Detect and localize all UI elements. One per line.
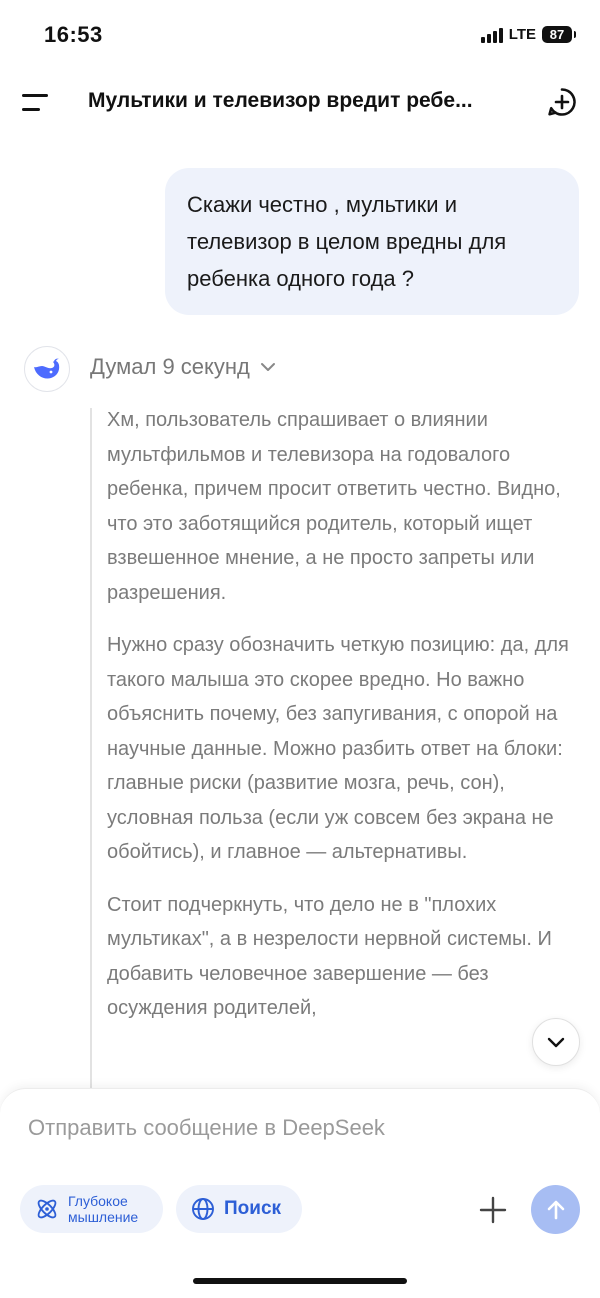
deepseek-whale-icon — [24, 346, 70, 392]
status-bar: 16:53 LTE 87 — [0, 0, 600, 70]
network-type: LTE — [508, 26, 536, 43]
thought-label: Думал 9 секунд — [90, 354, 250, 379]
globe-icon — [192, 1198, 214, 1220]
status-time: 16:53 — [44, 22, 103, 47]
send-button[interactable] — [531, 1185, 580, 1234]
battery-icon: 87 — [542, 26, 576, 43]
thought-divider — [90, 408, 92, 1088]
thought-paragraph: Нужно сразу обозначить четкую позицию: д… — [107, 634, 569, 863]
attach-plus-icon[interactable] — [478, 1195, 508, 1225]
scroll-to-bottom-button[interactable] — [532, 1018, 580, 1066]
search-button[interactable]: Поиск — [176, 1185, 302, 1233]
status-indicators: LTE 87 — [480, 26, 576, 43]
message-input[interactable] — [28, 1115, 568, 1141]
user-message: Скажи честно , мультики и телевизор в це… — [165, 168, 579, 315]
signal-icon — [480, 27, 503, 43]
chevron-down-icon — [547, 1037, 565, 1048]
atom-icon — [37, 1199, 57, 1219]
thought-toggle[interactable]: Думал 9 секунд — [90, 354, 276, 380]
thought-content: Хм, пользователь спрашивает о влиянии му… — [107, 403, 577, 1085]
thought-paragraph: Хм, пользователь спрашивает о влиянии му… — [107, 409, 561, 604]
thought-paragraph: Стоит подчеркнуть, что дело не в "плохих… — [107, 893, 552, 1020]
deep-think-button[interactable]: Глубокое мышление — [20, 1185, 163, 1233]
deep-think-label: Глубокое мышление — [68, 1193, 139, 1225]
menu-icon[interactable] — [22, 90, 52, 114]
chat-header: Мультики и телевизор вредит ребе... — [0, 76, 600, 128]
battery-level: 87 — [549, 27, 565, 42]
chat-title[interactable]: Мультики и телевизор вредит ребе... — [88, 89, 518, 113]
home-indicator — [193, 1278, 407, 1284]
arrow-up-icon — [547, 1200, 564, 1219]
message-composer: Глубокое мышление Поиск — [0, 1088, 600, 1298]
chevron-down-icon — [260, 363, 275, 371]
search-label: Поиск — [224, 1198, 282, 1219]
new-chat-icon[interactable] — [546, 86, 578, 118]
